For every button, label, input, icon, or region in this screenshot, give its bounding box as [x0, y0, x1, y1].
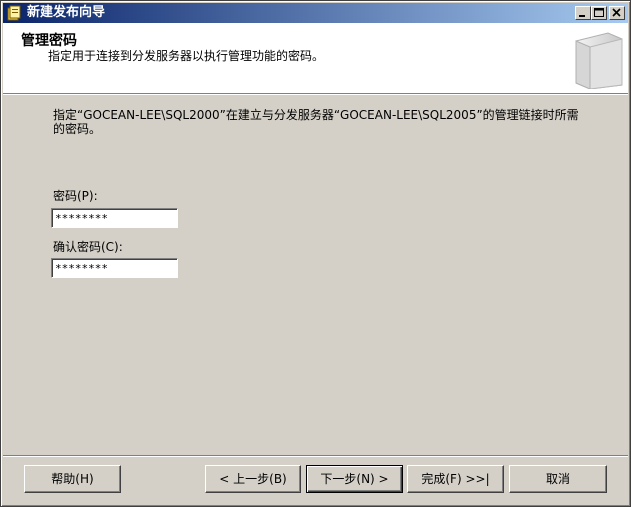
footer-divider-highlight [3, 456, 628, 457]
back-button[interactable]: < 上一步(B) [205, 465, 301, 493]
help-button[interactable]: 帮助(H) [24, 465, 121, 493]
title-bar[interactable]: 新建发布向导 [3, 3, 628, 23]
cancel-button[interactable]: 取消 [509, 465, 607, 493]
wizard-window: 新建发布向导 管理密码 指定用于连接到分发服务器以执行管理功能的密码。 指定“G… [0, 0, 631, 507]
window-title: 新建发布向导 [27, 5, 106, 20]
header-divider-highlight [3, 94, 628, 95]
finish-button[interactable]: 完成(F) >>| [407, 465, 504, 493]
maximize-icon [594, 8, 604, 17]
page-subtitle: 指定用于连接到分发服务器以执行管理功能的密码。 [48, 49, 325, 63]
close-icon [612, 8, 621, 17]
minimize-icon [579, 15, 585, 17]
maximize-button[interactable] [591, 6, 607, 20]
confirm-password-label: 确认密码(C): [53, 240, 123, 254]
wizard-app-icon [7, 5, 23, 21]
wizard-header: 管理密码 指定用于连接到分发服务器以执行管理功能的密码。 [3, 23, 628, 93]
close-button[interactable] [609, 6, 625, 20]
next-button[interactable]: 下一步(N) > [306, 465, 403, 493]
minimize-button[interactable] [575, 6, 591, 20]
password-label: 密码(P): [53, 189, 98, 203]
confirm-password-field[interactable]: ******** [51, 258, 178, 278]
wizard-banner-icon [568, 27, 624, 90]
password-field[interactable]: ******** [51, 208, 178, 228]
description-text: 指定“GOCEAN-LEE\SQL2000”在建立与分发服务器“GOCEAN-L… [53, 108, 579, 136]
